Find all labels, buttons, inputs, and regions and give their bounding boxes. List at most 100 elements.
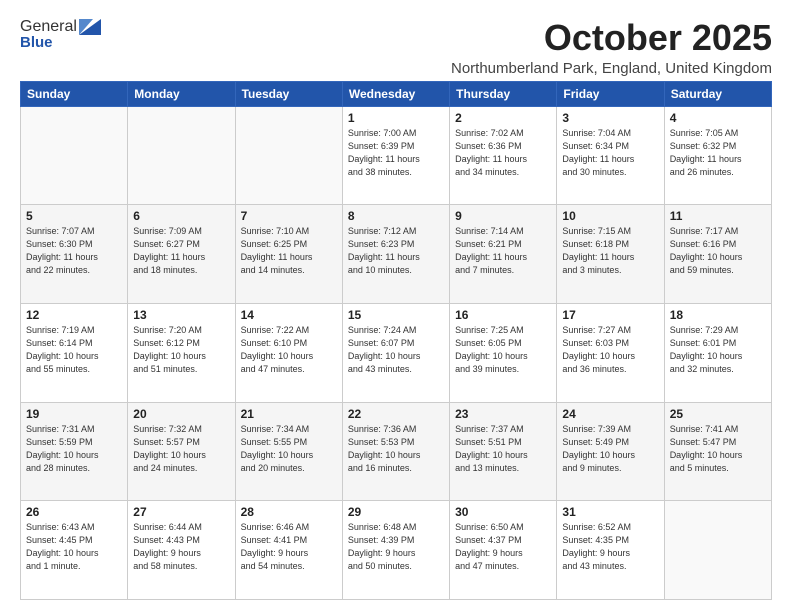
calendar-cell: 8Sunrise: 7:12 AM Sunset: 6:23 PM Daylig… (342, 205, 449, 304)
calendar-cell: 21Sunrise: 7:34 AM Sunset: 5:55 PM Dayli… (235, 402, 342, 501)
day-number: 4 (670, 111, 766, 125)
day-info: Sunrise: 7:12 AM Sunset: 6:23 PM Dayligh… (348, 225, 444, 277)
day-number: 13 (133, 308, 229, 322)
location-title: Northumberland Park, England, United Kin… (451, 60, 772, 77)
weekday-header-wednesday: Wednesday (342, 81, 449, 106)
day-info: Sunrise: 6:48 AM Sunset: 4:39 PM Dayligh… (348, 521, 444, 573)
calendar-cell: 11 Sunrise: 7:17 AM Sunset: 6:16 PM Dayli… (664, 205, 771, 304)
calendar-cell (664, 501, 771, 600)
day-info: Sunrise: 7:05 AM Sunset: 6:32 PM Dayligh… (670, 127, 766, 179)
day-info: Sunrise: 7:00 AM Sunset: 6:39 PM Dayligh… (348, 127, 444, 179)
logo-blue-text: Blue (20, 34, 53, 51)
day-number: 19 (26, 407, 122, 421)
calendar-cell: 12Sunrise: 7:19 AM Sunset: 6:14 PM Dayli… (21, 303, 128, 402)
calendar-cell: 26 Sunrise: 6:43 AM Sunset: 4:45 PM Dayli… (21, 501, 128, 600)
calendar-cell: 20 Sunrise: 7:32 AM Sunset: 5:57 PM Dayli… (128, 402, 235, 501)
calendar-cell: 14 Sunrise: 7:22 AM Sunset: 6:10 PM Dayli… (235, 303, 342, 402)
calendar-cell: 10 Sunrise: 7:15 AM Sunset: 6:18 PM Dayli… (557, 205, 664, 304)
day-number: 14 (241, 308, 337, 322)
day-info: Sunrise: 6:46 AM Sunset: 4:41 PM Dayligh… (241, 521, 337, 573)
day-number: 22 (348, 407, 444, 421)
calendar-week-row: 1Sunrise: 7:00 AM Sunset: 6:39 PM Daylig… (21, 106, 772, 205)
calendar-table: SundayMondayTuesdayWednesdayThursdayFrid… (20, 81, 772, 600)
calendar-cell: 6 Sunrise: 7:09 AM Sunset: 6:27 PM Daylig… (128, 205, 235, 304)
day-number: 23 (455, 407, 551, 421)
day-info: Sunrise: 7:07 AM Sunset: 6:30 PM Dayligh… (26, 225, 122, 277)
day-info: Sunrise: 7:31 AM Sunset: 5:59 PM Dayligh… (26, 423, 122, 475)
day-info: Sunrise: 7:10 AM Sunset: 6:25 PM Dayligh… (241, 225, 337, 277)
day-number: 27 (133, 505, 229, 519)
day-number: 3 (562, 111, 658, 125)
weekday-header-friday: Friday (557, 81, 664, 106)
calendar-cell: 4 Sunrise: 7:05 AM Sunset: 6:32 PM Daylig… (664, 106, 771, 205)
calendar-cell (128, 106, 235, 205)
day-number: 26 (26, 505, 122, 519)
day-info: Sunrise: 7:02 AM Sunset: 6:36 PM Dayligh… (455, 127, 551, 179)
weekday-header-tuesday: Tuesday (235, 81, 342, 106)
calendar-cell: 15Sunrise: 7:24 AM Sunset: 6:07 PM Dayli… (342, 303, 449, 402)
day-info: Sunrise: 7:15 AM Sunset: 6:18 PM Dayligh… (562, 225, 658, 277)
calendar-cell: 28Sunrise: 6:46 AM Sunset: 4:41 PM Dayli… (235, 501, 342, 600)
weekday-header-row: SundayMondayTuesdayWednesdayThursdayFrid… (21, 81, 772, 106)
logo: General Blue (20, 18, 101, 51)
weekday-header-monday: Monday (128, 81, 235, 106)
day-number: 29 (348, 505, 444, 519)
header: General Blue October 2025 Northumberland… (20, 18, 772, 77)
calendar-cell: 22Sunrise: 7:36 AM Sunset: 5:53 PM Dayli… (342, 402, 449, 501)
calendar-cell: 29 Sunrise: 6:48 AM Sunset: 4:39 PM Dayli… (342, 501, 449, 600)
day-number: 5 (26, 209, 122, 223)
calendar-cell: 23Sunrise: 7:37 AM Sunset: 5:51 PM Dayli… (450, 402, 557, 501)
calendar-cell: 19 Sunrise: 7:31 AM Sunset: 5:59 PM Dayli… (21, 402, 128, 501)
day-info: Sunrise: 6:44 AM Sunset: 4:43 PM Dayligh… (133, 521, 229, 573)
day-info: Sunrise: 7:32 AM Sunset: 5:57 PM Dayligh… (133, 423, 229, 475)
calendar-cell (235, 106, 342, 205)
logo-icon (79, 19, 101, 35)
calendar-cell: 27 Sunrise: 6:44 AM Sunset: 4:43 PM Dayli… (128, 501, 235, 600)
calendar-week-row: 19 Sunrise: 7:31 AM Sunset: 5:59 PM Dayli… (21, 402, 772, 501)
calendar-cell: 13 Sunrise: 7:20 AM Sunset: 6:12 PM Dayli… (128, 303, 235, 402)
day-info: Sunrise: 7:09 AM Sunset: 6:27 PM Dayligh… (133, 225, 229, 277)
day-number: 25 (670, 407, 766, 421)
day-number: 11 (670, 209, 766, 223)
calendar-cell: 17Sunrise: 7:27 AM Sunset: 6:03 PM Dayli… (557, 303, 664, 402)
day-number: 2 (455, 111, 551, 125)
day-info: Sunrise: 7:20 AM Sunset: 6:12 PM Dayligh… (133, 324, 229, 376)
calendar-cell: 31Sunrise: 6:52 AM Sunset: 4:35 PM Dayli… (557, 501, 664, 600)
calendar-cell: 5 Sunrise: 7:07 AM Sunset: 6:30 PM Daylig… (21, 205, 128, 304)
day-info: Sunrise: 7:29 AM Sunset: 6:01 PM Dayligh… (670, 324, 766, 376)
page: General Blue October 2025 Northumberland… (0, 0, 792, 612)
day-info: Sunrise: 7:41 AM Sunset: 5:47 PM Dayligh… (670, 423, 766, 475)
day-number: 7 (241, 209, 337, 223)
day-info: Sunrise: 7:39 AM Sunset: 5:49 PM Dayligh… (562, 423, 658, 475)
day-number: 9 (455, 209, 551, 223)
calendar-cell: 3 Sunrise: 7:04 AM Sunset: 6:34 PM Daylig… (557, 106, 664, 205)
day-number: 20 (133, 407, 229, 421)
day-info: Sunrise: 7:17 AM Sunset: 6:16 PM Dayligh… (670, 225, 766, 277)
day-info: Sunrise: 7:27 AM Sunset: 6:03 PM Dayligh… (562, 324, 658, 376)
calendar-cell: 18 Sunrise: 7:29 AM Sunset: 6:01 PM Dayli… (664, 303, 771, 402)
day-number: 10 (562, 209, 658, 223)
day-number: 24 (562, 407, 658, 421)
calendar-cell: 7 Sunrise: 7:10 AM Sunset: 6:25 PM Daylig… (235, 205, 342, 304)
day-number: 30 (455, 505, 551, 519)
title-block: October 2025 Northumberland Park, Englan… (451, 18, 772, 77)
calendar-cell: 24 Sunrise: 7:39 AM Sunset: 5:49 PM Dayli… (557, 402, 664, 501)
month-title: October 2025 (451, 18, 772, 58)
day-info: Sunrise: 6:52 AM Sunset: 4:35 PM Dayligh… (562, 521, 658, 573)
calendar-week-row: 26 Sunrise: 6:43 AM Sunset: 4:45 PM Dayli… (21, 501, 772, 600)
calendar-cell: 2 Sunrise: 7:02 AM Sunset: 6:36 PM Daylig… (450, 106, 557, 205)
calendar-week-row: 12Sunrise: 7:19 AM Sunset: 6:14 PM Dayli… (21, 303, 772, 402)
calendar-cell: 25 Sunrise: 7:41 AM Sunset: 5:47 PM Dayli… (664, 402, 771, 501)
day-number: 16 (455, 308, 551, 322)
calendar-cell: 9Sunrise: 7:14 AM Sunset: 6:21 PM Daylig… (450, 205, 557, 304)
day-info: Sunrise: 6:50 AM Sunset: 4:37 PM Dayligh… (455, 521, 551, 573)
day-info: Sunrise: 6:43 AM Sunset: 4:45 PM Dayligh… (26, 521, 122, 573)
calendar-cell: 30 Sunrise: 6:50 AM Sunset: 4:37 PM Dayli… (450, 501, 557, 600)
day-info: Sunrise: 7:19 AM Sunset: 6:14 PM Dayligh… (26, 324, 122, 376)
day-info: Sunrise: 7:25 AM Sunset: 6:05 PM Dayligh… (455, 324, 551, 376)
calendar-cell: 1Sunrise: 7:00 AM Sunset: 6:39 PM Daylig… (342, 106, 449, 205)
day-info: Sunrise: 7:22 AM Sunset: 6:10 PM Dayligh… (241, 324, 337, 376)
day-number: 18 (670, 308, 766, 322)
day-info: Sunrise: 7:04 AM Sunset: 6:34 PM Dayligh… (562, 127, 658, 179)
day-number: 6 (133, 209, 229, 223)
